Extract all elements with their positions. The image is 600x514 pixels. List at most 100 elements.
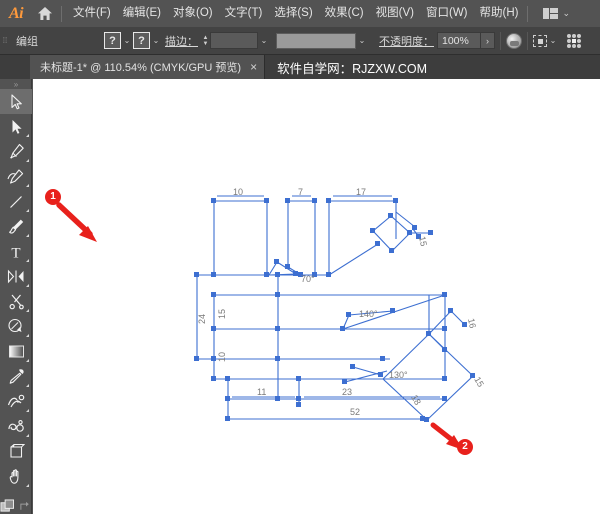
dimension-label-16: 16 — [466, 317, 478, 329]
workspace-switcher[interactable]: ⌄ — [543, 8, 570, 19]
menu-select[interactable]: 选择(S) — [268, 0, 318, 27]
menubar-divider — [61, 5, 62, 22]
opacity-flyout-button[interactable]: › — [481, 32, 495, 49]
paintbrush-tool[interactable] — [0, 214, 32, 239]
flyout-triangle-icon — [26, 134, 29, 137]
menu-window[interactable]: 窗口(W) — [420, 0, 474, 27]
edit-toolbar-icon[interactable] — [0, 498, 16, 514]
flyout-triangle-icon — [26, 384, 29, 387]
document-tab-title: 未标题-1* @ 110.54% (CMYK/GPU 预览) — [40, 62, 242, 74]
flyout-triangle-icon — [26, 234, 29, 237]
dimension-label-7: 7 — [298, 187, 303, 197]
control-bar-grip[interactable]: ⁞⁞ — [0, 27, 10, 55]
menu-type[interactable]: 文字(T) — [219, 0, 269, 27]
tools-panel: » T — [0, 79, 32, 514]
stroke-weight-stepper[interactable]: ▲ ▼ — [201, 32, 210, 49]
angle-label-130: 130° — [389, 370, 408, 380]
flyout-triangle-icon — [26, 359, 29, 362]
flyout-triangle-icon — [26, 209, 29, 212]
flyout-triangle-icon — [26, 334, 29, 337]
app-logo-icon: Ai — [8, 4, 24, 22]
flyout-triangle-icon — [26, 259, 29, 262]
flyout-triangle-icon — [26, 484, 29, 487]
dimension-labels: 10 7 17 15 70° 24 15 10 140° 16 15 130° … — [197, 187, 486, 417]
edit-toolbar-row — [0, 495, 31, 514]
stroke-profile-chevron-down-icon[interactable]: ⌄ — [356, 32, 368, 49]
recolor-artwork-icon[interactable] — [506, 32, 522, 49]
angle-label-140: 140° — [359, 309, 378, 319]
direct-selection-tool[interactable] — [0, 114, 32, 139]
line-segment-tool[interactable] — [0, 189, 32, 214]
menu-bar: Ai 文件(F) 编辑(E) 对象(O) 文字(T) 选择(S) 效果(C) 视… — [0, 0, 600, 27]
flyout-triangle-icon — [26, 284, 29, 287]
type-tool[interactable]: T — [0, 239, 32, 264]
flyout-triangle-icon — [26, 184, 29, 187]
annotation-arrows — [56, 202, 463, 450]
menu-effect[interactable]: 效果(C) — [319, 0, 370, 27]
align-icon[interactable] — [533, 34, 547, 47]
curvature-tool[interactable] — [0, 164, 32, 189]
menu-edit[interactable]: 编辑(E) — [117, 0, 167, 27]
menubar-divider-2 — [527, 5, 529, 22]
anchor-points — [194, 198, 475, 422]
flyout-triangle-icon — [26, 434, 29, 437]
dimension-label-18: 18 — [409, 393, 423, 407]
menu-object[interactable]: 对象(O) — [167, 0, 219, 27]
close-icon[interactable]: × — [250, 61, 257, 73]
artboard-canvas[interactable]: .pl { fill:none; stroke:#3d6fd1; stroke-… — [33, 79, 600, 514]
control-bar-divider-2 — [527, 31, 528, 50]
control-bar-divider — [500, 31, 501, 50]
home-icon[interactable] — [32, 0, 58, 27]
dimension-label-24: 24 — [197, 314, 207, 324]
dimension-label-17: 17 — [356, 187, 366, 197]
stroke-chevron-down-icon[interactable]: ⌄ — [150, 32, 162, 49]
dimension-label-10: 10 — [233, 187, 243, 197]
illustrator-window: Ai 文件(F) 编辑(E) 对象(O) 文字(T) 选择(S) 效果(C) 视… — [0, 0, 600, 514]
flyout-triangle-icon — [26, 159, 29, 162]
symbol-sprayer-tool[interactable] — [0, 414, 32, 439]
dimension-label-52: 52 — [350, 407, 360, 417]
stroke-profile-dropdown[interactable] — [276, 32, 356, 49]
flyout-triangle-icon — [26, 309, 29, 312]
marker-badge-2: 2 — [457, 439, 473, 455]
red-arrow-1 — [56, 202, 97, 242]
blend-tool[interactable] — [0, 389, 32, 414]
geometry-group — [194, 195, 475, 422]
swap-fill-stroke-icon[interactable] — [19, 500, 31, 513]
dimension-label-10b: 10 — [217, 352, 227, 362]
fill-chevron-down-icon[interactable]: ⌄ — [121, 32, 133, 49]
dimension-label-11: 11 — [257, 387, 266, 397]
gradient-tool[interactable] — [0, 339, 32, 364]
stroke-color-swatch[interactable]: ? — [133, 32, 150, 49]
selection-type-label: 编组 — [16, 35, 38, 48]
stroke-weight-label[interactable]: 描边： — [162, 33, 201, 49]
document-tab-bar: 未标题-1* @ 110.54% (CMYK/GPU 预览) × 软件自学网：R… — [0, 55, 600, 79]
chevron-down-icon: ⌄ — [562, 8, 571, 18]
svg-text:T: T — [11, 245, 20, 260]
artboard-tool[interactable] — [0, 439, 32, 464]
menu-view[interactable]: 视图(V) — [370, 0, 420, 27]
pen-tool[interactable] — [0, 139, 32, 164]
document-tab[interactable]: 未标题-1* @ 110.54% (CMYK/GPU 预览) × — [30, 55, 266, 79]
menu-help[interactable]: 帮助(H) — [474, 0, 525, 27]
dimension-label-15r: 15 — [417, 235, 429, 247]
scissors-tool[interactable] — [0, 289, 32, 314]
watermark-text: 软件自学网：RJZXW.COM — [277, 61, 428, 76]
shape-builder-tool[interactable] — [0, 264, 32, 289]
opacity-input[interactable]: 100% — [437, 32, 481, 49]
flyout-triangle-icon — [26, 409, 29, 412]
opacity-label[interactable]: 不透明度： — [376, 33, 437, 49]
rotate-tool[interactable] — [0, 314, 32, 339]
transform-icon[interactable] — [567, 33, 581, 48]
stroke-weight-input[interactable] — [210, 32, 258, 49]
tools-panel-grip[interactable]: » — [0, 79, 31, 89]
eyedropper-tool[interactable] — [0, 364, 32, 389]
fill-color-swatch[interactable]: ? — [104, 32, 121, 49]
dimension-label-23: 23 — [342, 387, 352, 397]
menu-file[interactable]: 文件(F) — [67, 0, 117, 27]
align-chevron-down-icon[interactable]: ⌄ — [547, 32, 559, 49]
marker-badge-1: 1 — [45, 189, 61, 205]
stroke-weight-chevron-down-icon[interactable]: ⌄ — [258, 32, 270, 49]
hand-tool[interactable] — [0, 464, 32, 489]
selection-tool[interactable] — [0, 89, 32, 114]
